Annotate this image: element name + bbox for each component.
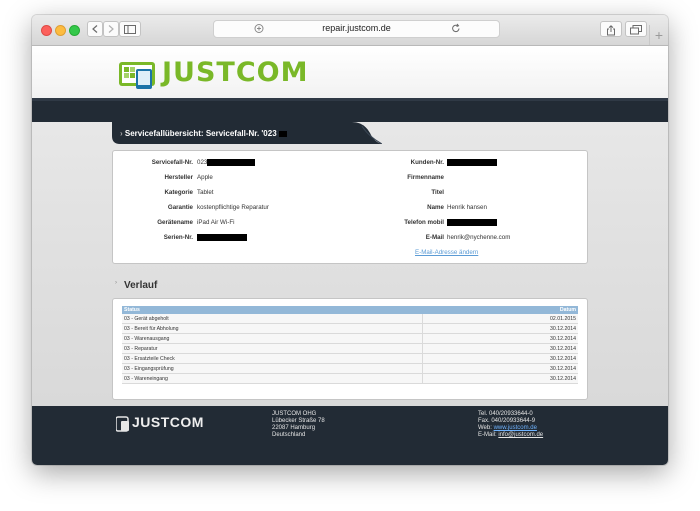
email-change-row: E-Mail-Adresse ändern xyxy=(415,249,478,256)
redacted-block xyxy=(207,159,255,166)
verlauf-arrow-icon: › xyxy=(115,280,117,286)
address-bar[interactable]: repair.justcom.de xyxy=(213,20,500,38)
date-cell: 30.12.2014 xyxy=(422,363,578,374)
table-row: 03 - Eingangsprüfung 30.12.2014 xyxy=(122,363,578,374)
email-change-link[interactable]: E-Mail-Adresse ändern xyxy=(415,249,478,256)
detail-value: henrik@nychenne.com xyxy=(447,234,511,241)
detail-label: Firmenname xyxy=(407,174,444,181)
verlauf-table: Status Datum 03 - Gerät abgeholt 02.01.20… xyxy=(122,306,578,384)
forward-button[interactable] xyxy=(103,21,119,37)
share-button[interactable] xyxy=(600,21,622,37)
site-brand[interactable]: JUSTCOM xyxy=(162,57,308,88)
column-header-datum[interactable]: Datum xyxy=(422,306,578,314)
service-details-panel: Servicefall-Nr. 023 Hersteller Apple Kat… xyxy=(112,150,588,264)
back-icon xyxy=(92,25,98,33)
browser-window: repair.justcom.de + JUSTCOM › Servicefal… xyxy=(32,15,668,465)
table-row: 03 - Ersatzteile Check 30.12.2014 xyxy=(122,353,578,364)
footer-contact: Tel. 040/20933644-0 Fax. 040/20933644-9 … xyxy=(478,411,543,439)
detail-label: Serien-Nr. xyxy=(163,234,193,241)
detail-value: 023 xyxy=(197,159,208,166)
footer-web-link[interactable]: www.justcom.de xyxy=(494,425,537,431)
table-row: 03 - Gerät abgeholt 02.01.2015 xyxy=(122,314,578,324)
sidebar-button[interactable] xyxy=(119,21,141,37)
detail-value: kostenpflichtige Reparatur xyxy=(197,204,269,211)
back-button[interactable] xyxy=(87,21,103,37)
footer-city: 22087 Hamburg xyxy=(272,425,316,431)
detail-label: Servicefall-Nr. xyxy=(151,159,193,166)
footer-brand: JUSTCOM xyxy=(132,414,204,430)
status-cell: 03 - Gerät abgeholt xyxy=(122,314,423,324)
status-cell: 03 - Warenausgang xyxy=(122,333,423,344)
table-row: 03 - Reparatur 30.12.2014 xyxy=(122,343,578,354)
column-header-status[interactable]: Status xyxy=(122,306,423,314)
date-cell: 30.12.2014 xyxy=(422,373,578,384)
detail-label: Kategorie xyxy=(164,189,193,196)
footer-address: JUSTCOM OHG Lübecker Straße 78 22087 Ham… xyxy=(272,411,325,439)
web-page: JUSTCOM › Servicefallübersicht: Servicef… xyxy=(32,46,668,465)
footer-company: JUSTCOM OHG xyxy=(272,411,317,417)
close-window-button[interactable] xyxy=(41,25,52,36)
date-cell: 30.12.2014 xyxy=(422,343,578,354)
detail-label: Name xyxy=(427,204,444,211)
table-row: 03 - Wareneingang 30.12.2014 xyxy=(122,373,578,384)
redacted-block xyxy=(447,219,497,226)
footer-logo-icon xyxy=(116,416,129,432)
footer-country: Deutschland xyxy=(272,432,306,438)
footer-fax: Fax. 040/20933644-9 xyxy=(478,418,536,424)
detail-value: Tablet xyxy=(197,189,214,196)
detail-label: Telefon mobil xyxy=(404,219,444,226)
redacted-block xyxy=(278,130,287,137)
footer-email-label: E-Mail: xyxy=(478,432,497,438)
footer-tel: Tel. 040/20933644-0 xyxy=(478,411,533,417)
status-cell: 03 - Eingangsprüfung xyxy=(122,363,423,374)
footer-street: Lübecker Straße 78 xyxy=(272,418,325,424)
reload-icon[interactable] xyxy=(451,23,461,34)
status-cell: 03 - Wareneingang xyxy=(122,373,423,384)
page-title-text: Servicefallübersicht: Servicefall-Nr. '0… xyxy=(124,129,277,138)
table-header-row: Status Datum xyxy=(122,306,578,314)
status-cell: 03 - Reparatur xyxy=(122,343,423,354)
status-cell: 03 - Ersatzteile Check xyxy=(122,353,423,364)
date-cell: 30.12.2014 xyxy=(422,323,578,334)
share-icon xyxy=(607,25,615,36)
verlauf-panel: Status Datum 03 - Gerät abgeholt 02.01.20… xyxy=(112,298,588,400)
footer-web-label: Web: xyxy=(478,425,492,431)
date-cell: 30.12.2014 xyxy=(422,353,578,364)
sidebar-icon xyxy=(124,25,136,34)
date-cell: 30.12.2014 xyxy=(422,333,578,344)
detail-value: Apple xyxy=(197,174,213,181)
detail-label: E-Mail xyxy=(425,234,444,241)
table-row: 03 - Bereit für Abholung 30.12.2014 xyxy=(122,323,578,334)
detail-label: Hersteller xyxy=(164,174,193,181)
table-row: 03 - Warenausgang 30.12.2014 xyxy=(122,333,578,344)
verlauf-heading: Verlauf xyxy=(124,280,158,291)
detail-label: Garantie xyxy=(167,204,193,211)
detail-label: Gerätename xyxy=(157,219,193,226)
zoom-window-button[interactable] xyxy=(69,25,80,36)
detail-value: iPad Air Wi-Fi xyxy=(197,219,235,226)
new-tab-button[interactable]: + xyxy=(649,25,668,45)
footer-email-link[interactable]: info@justcom.de xyxy=(498,432,543,438)
browser-toolbar: repair.justcom.de + xyxy=(32,15,668,46)
page-title: › Servicefallübersicht: Servicefall-Nr. … xyxy=(120,129,287,138)
footer-web-row: Web: www.justcom.de xyxy=(478,425,543,432)
footer-email-row: E-Mail: info@justcom.de xyxy=(478,432,543,439)
detail-label: Kunden-Nr. xyxy=(410,159,444,166)
minimize-window-button[interactable] xyxy=(55,25,66,36)
detail-value: Henrik hansen xyxy=(447,204,487,211)
new-tab-icon: + xyxy=(654,27,664,43)
site-header: JUSTCOM xyxy=(32,46,668,98)
site-navbar xyxy=(32,98,668,122)
tabs-button[interactable] xyxy=(625,21,647,37)
redacted-block xyxy=(447,159,497,166)
redacted-block xyxy=(197,234,247,241)
site-footer: JUSTCOM JUSTCOM OHG Lübecker Straße 78 2… xyxy=(32,406,668,465)
detail-label: Titel xyxy=(431,189,444,196)
status-cell: 03 - Bereit für Abholung xyxy=(122,323,423,334)
forward-icon xyxy=(108,25,114,33)
tabs-icon xyxy=(630,25,642,35)
logo-icon[interactable] xyxy=(119,56,161,90)
date-cell: 02.01.2015 xyxy=(422,314,578,324)
